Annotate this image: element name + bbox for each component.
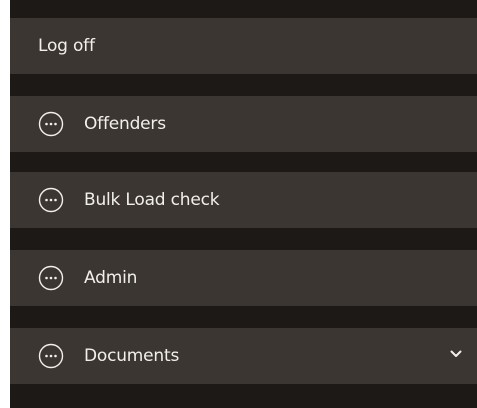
more-options-icon xyxy=(38,111,64,137)
menu-item-offenders[interactable]: Offenders xyxy=(10,96,477,152)
menu-item-label: Documents xyxy=(84,346,180,366)
log-off-menu-item[interactable]: Log off xyxy=(10,18,477,74)
menu-item-admin[interactable]: Admin xyxy=(10,250,477,306)
menu-item-documents[interactable]: Documents xyxy=(10,328,477,384)
menu-item-label: Bulk Load check xyxy=(84,190,220,210)
log-off-label: Log off xyxy=(38,36,95,56)
menu-item-bulk-load-check[interactable]: Bulk Load check xyxy=(10,172,477,228)
menu-item-label: Admin xyxy=(84,268,138,288)
chevron-down-icon[interactable] xyxy=(449,347,463,361)
more-options-icon xyxy=(38,343,64,369)
menu-item-label: Offenders xyxy=(84,114,166,134)
more-options-icon xyxy=(38,265,64,291)
more-options-icon xyxy=(38,187,64,213)
navigation-menu: Log off Offenders Bulk Load check Admin … xyxy=(10,0,477,408)
